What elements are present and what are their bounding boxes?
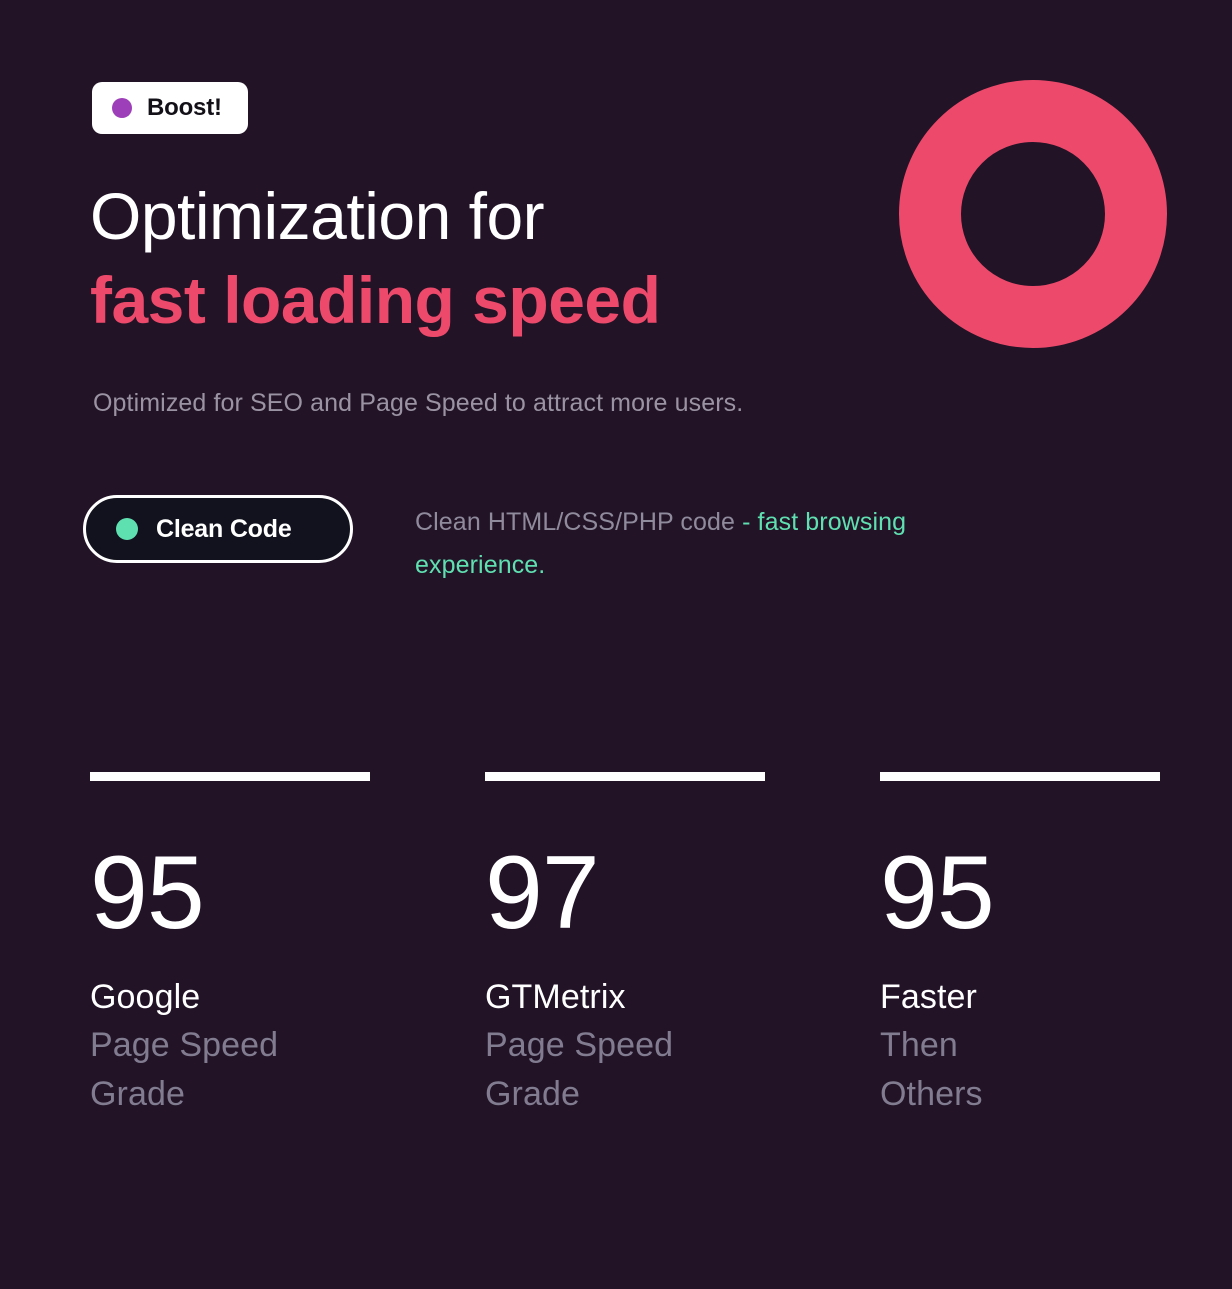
clean-code-badge[interactable]: Clean Code bbox=[83, 495, 353, 563]
stat-label-secondary: Page Speed Grade bbox=[90, 1026, 279, 1113]
stat-item: 95 Google Page Speed Grade bbox=[90, 772, 485, 1118]
promo-card: Boost! Optimization for fast loading spe… bbox=[0, 0, 1232, 1289]
stat-label-primary: GTMetrix bbox=[485, 978, 626, 1016]
boost-badge-label: Boost! bbox=[147, 94, 222, 121]
green-dot-icon bbox=[116, 518, 138, 540]
stats-row: 95 Google Page Speed Grade 97 GTMetrix P… bbox=[90, 772, 1160, 1118]
stat-value: 95 bbox=[90, 835, 205, 951]
subtitle-text: Optimized for SEO and Page Speed to attr… bbox=[93, 389, 744, 417]
clean-code-description-muted: Clean HTML/CSS/PHP code bbox=[415, 508, 743, 536]
headline-line-1: Optimization for bbox=[90, 179, 545, 253]
stat-label-secondary: Page Speed Grade bbox=[485, 1026, 674, 1113]
pink-ring-icon bbox=[899, 80, 1167, 348]
boost-badge[interactable]: Boost! bbox=[92, 82, 248, 134]
stat-item: 95 Faster Then Others bbox=[880, 772, 1160, 1118]
stat-value: 95 bbox=[880, 835, 995, 951]
stat-divider bbox=[880, 772, 1160, 781]
headline-line-2: fast loading speed bbox=[90, 263, 661, 338]
purple-dot-icon bbox=[112, 98, 132, 118]
stat-label-secondary: Then Others bbox=[880, 1026, 983, 1113]
stat-value: 97 bbox=[485, 835, 600, 951]
stat-item: 97 GTMetrix Page Speed Grade bbox=[485, 772, 880, 1118]
stat-label-primary: Faster bbox=[880, 978, 977, 1016]
page-title: Optimization for fast loading speed bbox=[90, 174, 910, 343]
stat-divider bbox=[485, 772, 765, 781]
stat-label-primary: Google bbox=[90, 978, 201, 1016]
clean-code-badge-label: Clean Code bbox=[156, 514, 292, 543]
clean-code-row: Clean Code Clean HTML/CSS/PHP code - fas… bbox=[83, 495, 1143, 587]
clean-code-description: Clean HTML/CSS/PHP code - fast browsing … bbox=[415, 501, 935, 587]
stat-divider bbox=[90, 772, 370, 781]
